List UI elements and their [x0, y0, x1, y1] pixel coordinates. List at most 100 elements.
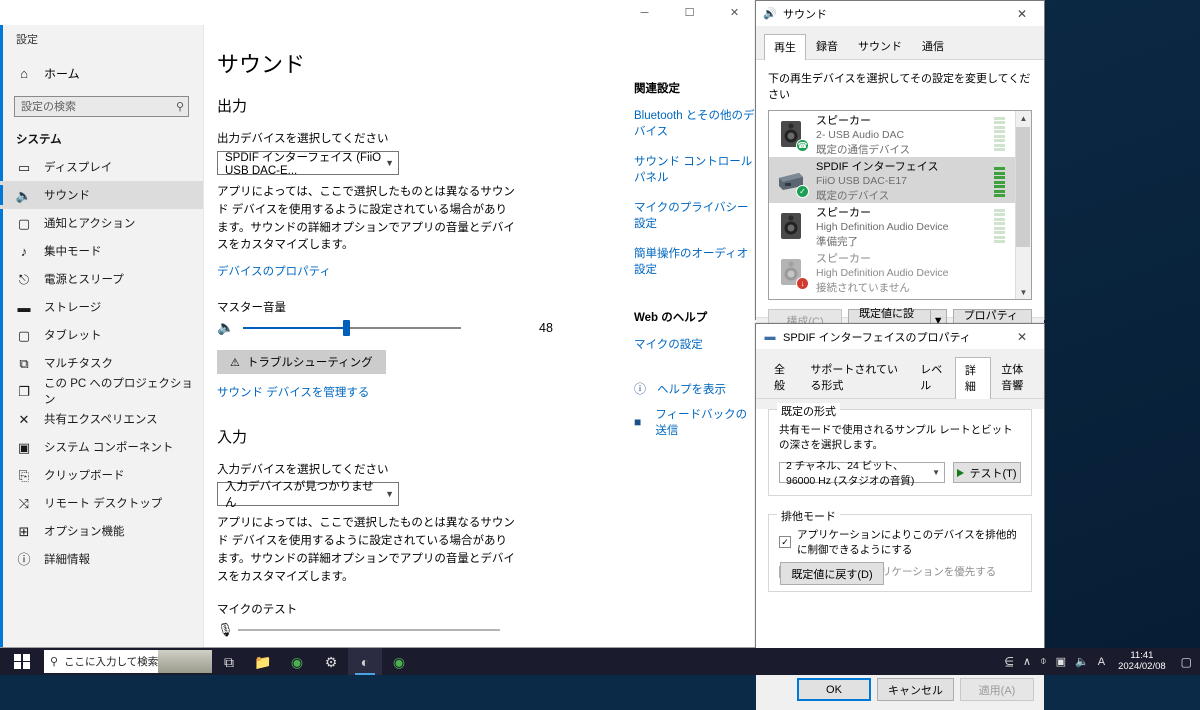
- chrome-button[interactable]: ◉: [280, 648, 314, 675]
- sidebar-item-tablet[interactable]: ▢ タブレット: [0, 321, 203, 349]
- device-state: 既定のデバイス: [816, 189, 890, 202]
- test-button[interactable]: テスト(T): [953, 462, 1021, 483]
- web-help-link-mic-setup[interactable]: マイクの設定: [634, 336, 757, 352]
- speaker-icon: 🔈: [15, 187, 33, 203]
- sidebar-item-optional-features[interactable]: ⊞ オプション機能: [0, 517, 203, 545]
- sidebar-item-clipboard[interactable]: ⎘ クリップボード: [0, 461, 203, 489]
- cancel-button[interactable]: キャンセル: [877, 678, 954, 701]
- tab-levels[interactable]: レベル: [910, 356, 955, 398]
- sidebar-item-multitasking[interactable]: ⧉ マルチタスク: [0, 349, 203, 377]
- sound-dialog-tabs: 再生 録音 サウンド 通信: [756, 27, 1044, 60]
- ok-button[interactable]: OK: [797, 678, 871, 701]
- sidebar-item-power-sleep[interactable]: ⎋ 電源とスリープ: [0, 265, 203, 293]
- restore-defaults-button[interactable]: 既定値に戻す(D): [780, 562, 884, 585]
- scroll-up-arrow-icon[interactable]: ▲: [1020, 111, 1028, 125]
- properties-dialog-title: SPDIF インターフェイスのプロパティ: [783, 331, 971, 344]
- tab-communications[interactable]: 通信: [912, 33, 954, 59]
- master-volume-slider[interactable]: [243, 319, 461, 336]
- related-link-bluetooth[interactable]: Bluetooth とその他のデバイス: [634, 107, 757, 139]
- tab-playback[interactable]: 再生: [764, 34, 806, 60]
- minimize-button[interactable]: ─: [622, 0, 667, 25]
- tab-recording[interactable]: 録音: [806, 33, 848, 59]
- sidebar-item-about[interactable]: ⓘ 詳細情報: [0, 545, 203, 573]
- sidebar-item-label: 通知とアクション: [44, 218, 136, 230]
- chevron-down-icon: ▼: [385, 158, 394, 168]
- apply-button[interactable]: 適用(A): [960, 678, 1034, 701]
- usb-eject-icon[interactable]: ⌽: [1040, 655, 1047, 668]
- search-box[interactable]: ⚲: [14, 96, 189, 117]
- get-help-link[interactable]: ヘルプを表示: [657, 381, 726, 397]
- scroll-down-arrow-icon[interactable]: ▼: [1020, 285, 1028, 299]
- slider-thumb[interactable]: [343, 319, 351, 336]
- taskbar-search-box[interactable]: ⚲ ここに入力して検索: [44, 650, 212, 673]
- tab-sounds[interactable]: サウンド: [848, 33, 912, 59]
- tab-advanced[interactable]: 詳細: [954, 357, 992, 399]
- settings-titlebar: ─ ☐ ✕: [0, 0, 757, 25]
- sidebar-item-notifications[interactable]: ▢ 通知とアクション: [0, 209, 203, 237]
- search-icon: ⚲: [50, 656, 59, 668]
- sidebar-item-label: ディスプレイ: [44, 162, 113, 174]
- sidebar-item-system-components[interactable]: ▣ システム コンポーネント: [0, 433, 203, 461]
- maximize-button[interactable]: ☐: [667, 0, 712, 25]
- properties-dialog-close-button[interactable]: ✕: [1000, 324, 1044, 350]
- device-state: 準備完了: [816, 235, 858, 248]
- sidebar-item-remote-desktop[interactable]: ⤨ リモート デスクトップ: [0, 489, 203, 517]
- volume-icon[interactable]: 🔈: [1075, 655, 1089, 668]
- table-row[interactable]: ↓ スピーカー High Definition Audio Device 接続さ…: [769, 249, 1015, 295]
- close-button[interactable]: ✕: [712, 0, 757, 25]
- task-view-button[interactable]: ⧉: [212, 648, 246, 675]
- sidebar-item-projecting[interactable]: ❐ この PC へのプロジェクション: [0, 377, 203, 406]
- get-help-row[interactable]: ⓘ ヘルプを表示: [634, 380, 757, 397]
- sidebar-item-focus-assist[interactable]: ♪ 集中モード: [0, 237, 203, 265]
- start-button[interactable]: [0, 648, 44, 675]
- checkbox-checked-icon[interactable]: ✓: [779, 536, 791, 548]
- tab-spatial-sound[interactable]: 立体音響: [991, 356, 1044, 398]
- clock[interactable]: 11:41 2024/02/08: [1114, 650, 1170, 673]
- related-link-ease-of-access-audio[interactable]: 簡単操作のオーディオ設定: [634, 245, 757, 277]
- tab-general[interactable]: 全般: [764, 356, 800, 398]
- exclusive-control-checkbox-row[interactable]: ✓ アプリケーションによりこのデバイスを排他的に制御できるようにする: [779, 527, 1021, 557]
- default-format-select[interactable]: 2 チャネル、24 ビット、96000 Hz (スタジオの音質) ▼: [779, 460, 945, 487]
- send-feedback-row[interactable]: ■ フィードバックの送信: [634, 406, 757, 438]
- network-icon[interactable]: ▣: [1056, 655, 1066, 668]
- output-manage-devices-link[interactable]: サウンド デバイスを管理する: [217, 384, 369, 400]
- home-icon: ⌂: [20, 66, 28, 81]
- search-input[interactable]: [14, 96, 189, 117]
- show-hidden-icons-button[interactable]: ∧: [1023, 655, 1031, 668]
- notepad-tray-icon[interactable]: ⋸: [1004, 655, 1014, 668]
- scrollbar-thumb[interactable]: [1016, 127, 1030, 247]
- tab-supported-formats[interactable]: サポートされている形式: [800, 356, 910, 398]
- output-troubleshoot-button[interactable]: ⚠ トラブルシューティング: [217, 350, 386, 375]
- input-device-select[interactable]: 入力デバイスが見つかりません ▼: [217, 481, 399, 509]
- table-row[interactable]: MDT242WG-4 NVIDIA High Definition Audio …: [769, 295, 1015, 300]
- output-device-select[interactable]: SPDIF インターフェイス (FiiO USB DAC-E... ▼: [217, 151, 399, 177]
- sidebar-item-display[interactable]: ▭ ディスプレイ: [0, 153, 203, 181]
- device-properties-link[interactable]: デバイスのプロパティ: [217, 263, 331, 279]
- sidebar-item-home[interactable]: ⌂ ホーム: [0, 59, 203, 88]
- sidebar-item-sound[interactable]: 🔈 サウンド: [0, 181, 203, 209]
- device-list-scrollbar[interactable]: ▲ ▼: [1015, 111, 1031, 299]
- related-settings-heading: 関連設定: [634, 83, 680, 95]
- sidebar-item-shared-experiences[interactable]: ✕ 共有エクスペリエンス: [0, 405, 203, 433]
- send-feedback-link[interactable]: フィードバックの送信: [655, 406, 757, 438]
- master-volume-value: 48: [539, 320, 553, 335]
- table-row[interactable]: ☎ スピーカー 2- USB Audio DAC 既定の通信デバイス: [769, 111, 1015, 157]
- ime-icon[interactable]: A: [1098, 656, 1105, 668]
- sound-dialog-titlebar: 🔊 サウンド ✕: [756, 1, 1044, 27]
- sound-dialog-close-button[interactable]: ✕: [1000, 1, 1044, 27]
- file-explorer-button[interactable]: 📁: [246, 648, 280, 675]
- optional-features-icon: ⊞: [18, 523, 30, 539]
- web-help-heading: Web のヘルプ: [634, 312, 708, 324]
- related-link-sound-control-panel[interactable]: サウンド コントロール パネル: [634, 153, 757, 185]
- sidebar-item-storage[interactable]: ▬ ストレージ: [0, 293, 203, 321]
- sound-control-panel-taskbar-button[interactable]: ◐: [348, 648, 382, 675]
- playback-device-list[interactable]: ☎ スピーカー 2- USB Audio DAC 既定の通信デバイス ✓ SPD…: [768, 110, 1032, 300]
- table-row[interactable]: スピーカー High Definition Audio Device 準備完了: [769, 203, 1015, 249]
- chrome-second-taskbar-button[interactable]: ◉: [382, 648, 416, 675]
- table-row[interactable]: ✓ SPDIF インターフェイス FiiO USB DAC-E17 既定のデバイ…: [769, 157, 1015, 203]
- sidebar-item-label: クリップボード: [44, 470, 125, 482]
- sidebar-item-label: 詳細情報: [44, 554, 90, 566]
- action-center-button[interactable]: ▢: [1179, 655, 1192, 669]
- related-link-mic-privacy[interactable]: マイクのプライバシー設定: [634, 199, 757, 231]
- settings-taskbar-button[interactable]: ⚙: [314, 648, 348, 675]
